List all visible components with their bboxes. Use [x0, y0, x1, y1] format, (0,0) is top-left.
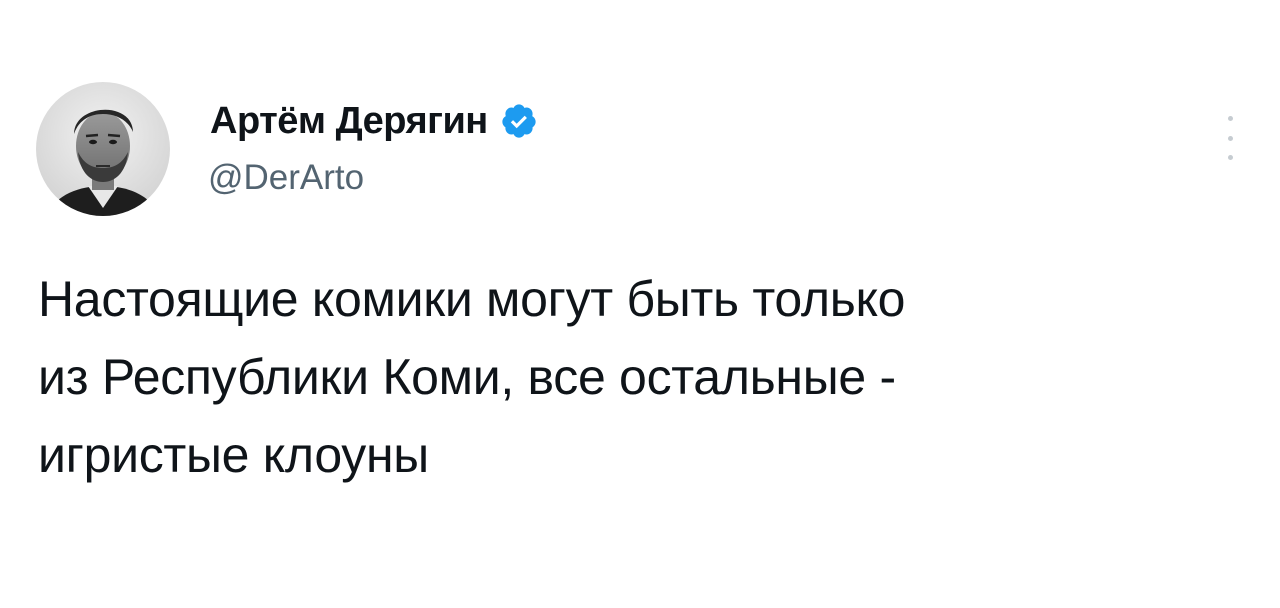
more-dot — [1227, 116, 1233, 121]
more-dot — [1227, 155, 1233, 160]
tweet-card: Артём Дерягин @DerArto Настоящие комики … — [0, 0, 1280, 608]
more-options-icon[interactable] — [1218, 108, 1242, 168]
avatar-image — [36, 82, 170, 216]
tweet-text-line: из Республики Коми, все остальные - — [38, 349, 896, 405]
tweet-text: Настоящие комики могут быть только из Ре… — [38, 260, 1238, 494]
author-handle[interactable]: @DerArto — [208, 158, 364, 198]
tweet-text-line: Настоящие комики могут быть только — [38, 271, 906, 327]
author-display-name[interactable]: Артём Дерягин — [210, 100, 488, 143]
author-name-row: Артём Дерягин — [210, 98, 538, 144]
verified-badge-icon — [500, 102, 538, 140]
tweet-text-line: игристые клоуны — [38, 427, 429, 483]
more-dot — [1227, 135, 1233, 141]
avatar[interactable] — [36, 82, 170, 216]
